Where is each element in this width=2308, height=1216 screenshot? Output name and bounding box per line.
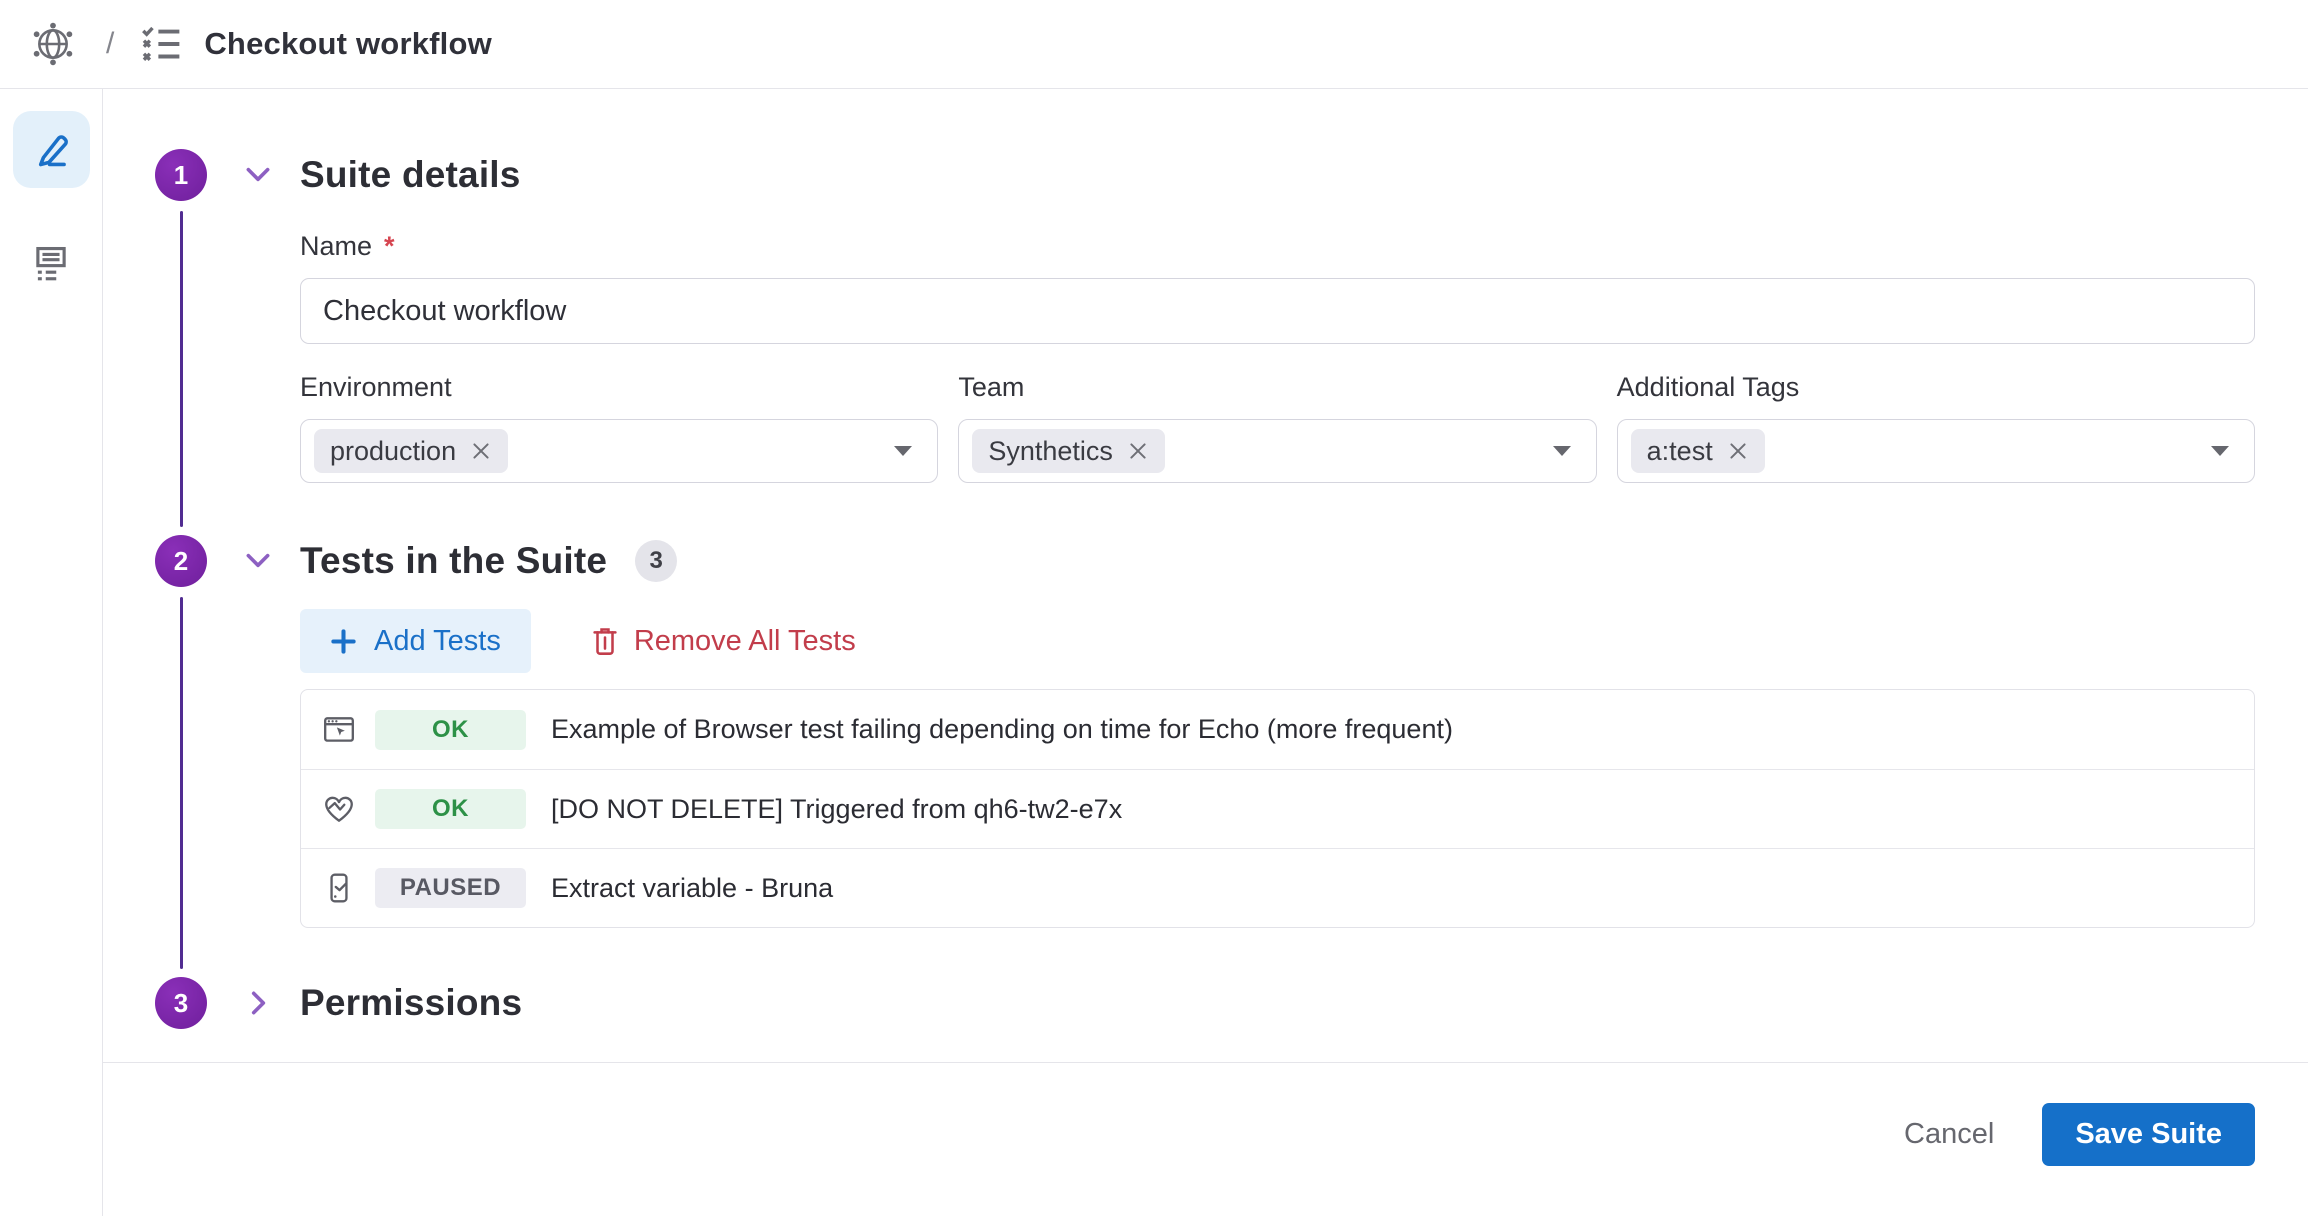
section-title: Permissions [300, 982, 522, 1024]
synthetics-globe-icon[interactable] [30, 21, 76, 67]
test-row[interactable]: OK Example of Browser test failing depen… [301, 690, 2254, 769]
form-summary-icon [30, 242, 72, 284]
api-test-icon [322, 792, 356, 826]
save-suite-button[interactable]: Save Suite [2042, 1103, 2255, 1166]
add-tests-button[interactable]: Add Tests [300, 609, 531, 673]
plus-icon [330, 628, 357, 655]
breadcrumb-separator: / [106, 27, 114, 61]
status-badge: OK [375, 710, 526, 750]
step-number-badge: 1 [155, 149, 207, 201]
footer-bar: Cancel Save Suite [103, 1062, 2308, 1216]
app-window: / Checkout workflow [0, 0, 2308, 1216]
environment-label: Environment [300, 372, 938, 403]
step-header[interactable]: 2 Tests in the Suite 3 [155, 535, 2255, 587]
main-content: 1 Suite details Name * [103, 89, 2308, 1062]
step-number-badge: 2 [155, 535, 207, 587]
pencil-edit-icon [29, 128, 73, 172]
status-badge: OK [375, 789, 526, 829]
test-row[interactable]: OK [DO NOT DELETE] Triggered from qh6-tw… [301, 769, 2254, 848]
section-title: Suite details [300, 154, 521, 196]
test-name: Extract variable - Bruna [551, 873, 833, 904]
test-list: OK Example of Browser test failing depen… [300, 689, 2255, 928]
section-title: Tests in the Suite [300, 540, 607, 582]
sidebar-item-edit[interactable] [13, 111, 90, 188]
chevron-down-icon[interactable] [243, 546, 273, 576]
test-count-badge: 3 [635, 540, 677, 582]
step-suite-details: 1 Suite details Name * [155, 149, 2255, 535]
browser-test-icon [322, 713, 356, 747]
chevron-right-icon[interactable] [243, 988, 273, 1018]
test-name: Example of Browser test failing dependin… [551, 714, 1453, 745]
team-select[interactable]: Synthetics [958, 419, 1596, 483]
suite-name-input[interactable] [300, 278, 2255, 344]
team-label: Team [958, 372, 1596, 403]
tag-chip: a:test [1631, 429, 1765, 473]
left-sidebar [0, 89, 103, 1216]
sidebar-item-summary[interactable] [13, 224, 90, 301]
top-header: / Checkout workflow [0, 0, 2308, 89]
chip-remove-icon[interactable] [1727, 440, 1749, 462]
team-field: Team Synthetics [958, 372, 1596, 483]
environment-field: Environment production [300, 372, 938, 483]
name-field-label: Name * [300, 231, 2255, 262]
step-header[interactable]: 3 Permissions [155, 977, 2255, 1029]
mobile-test-icon [322, 871, 356, 905]
chevron-down-icon[interactable] [243, 160, 273, 190]
suite-checklist-icon [140, 23, 182, 65]
caret-down-icon [893, 445, 913, 457]
caret-down-icon [1552, 445, 1572, 457]
test-name: [DO NOT DELETE] Triggered from qh6-tw2-e… [551, 794, 1122, 825]
step-tests-in-suite: 2 Tests in the Suite 3 [155, 535, 2255, 977]
additional-tags-select[interactable]: a:test [1617, 419, 2255, 483]
status-badge: PAUSED [375, 868, 526, 908]
test-row[interactable]: PAUSED Extract variable - Bruna [301, 848, 2254, 927]
cancel-button[interactable]: Cancel [1904, 1118, 1994, 1151]
page-title: Checkout workflow [204, 26, 492, 62]
additional-tags-field: Additional Tags a:test [1617, 372, 2255, 483]
step-permissions: 3 Permissions [155, 977, 2255, 1029]
required-asterisk: * [384, 231, 395, 262]
step-header[interactable]: 1 Suite details [155, 149, 2255, 201]
team-chip: Synthetics [972, 429, 1165, 473]
chip-remove-icon[interactable] [470, 440, 492, 462]
caret-down-icon [2210, 445, 2230, 457]
step-number-badge: 3 [155, 977, 207, 1029]
environment-chip: production [314, 429, 508, 473]
chip-remove-icon[interactable] [1127, 440, 1149, 462]
environment-select[interactable]: production [300, 419, 938, 483]
trash-icon [591, 626, 619, 656]
remove-all-tests-button[interactable]: Remove All Tests [591, 625, 856, 658]
additional-tags-label: Additional Tags [1617, 372, 2255, 403]
